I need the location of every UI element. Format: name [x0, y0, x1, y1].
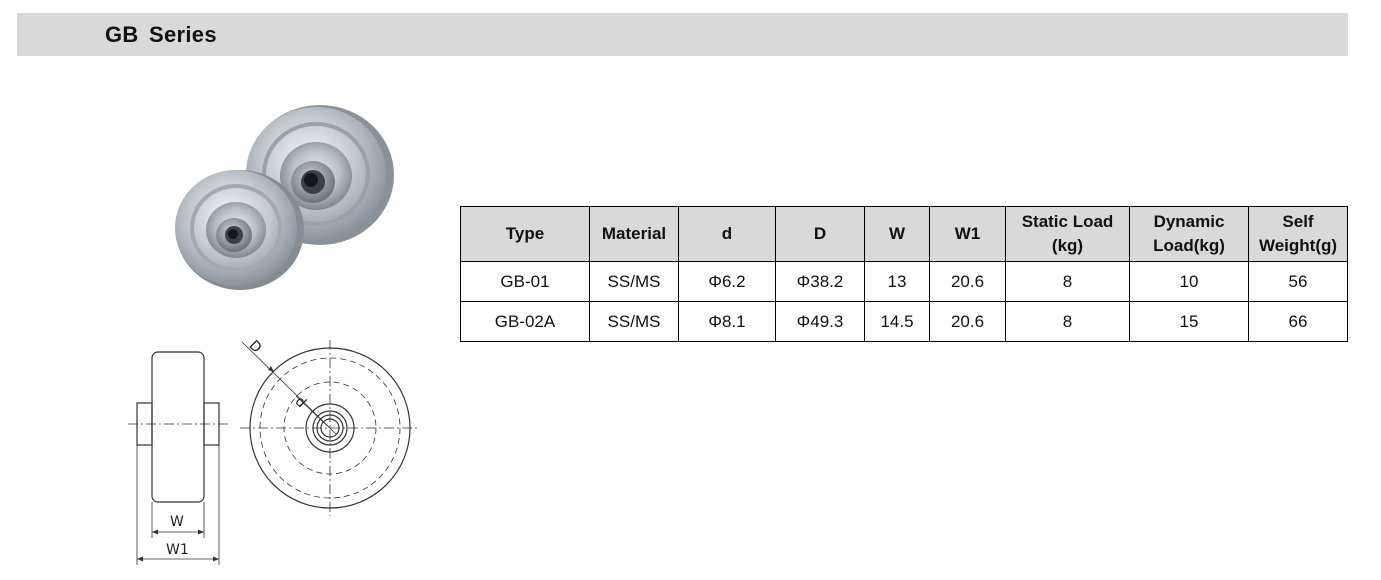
header-static-load: Static Load (kg)	[1005, 206, 1130, 262]
header-material: Material	[589, 206, 679, 262]
cell-diameter-D: Φ38.2	[775, 261, 865, 302]
front-view	[240, 340, 420, 516]
bore-diameter-label: d	[292, 394, 310, 412]
table-row: GB-02A SS/MS Φ8.1 Φ49.3 14.5 20.6 8 15 6…	[460, 301, 1348, 342]
cell-static-load: 8	[1005, 261, 1130, 302]
small-wheel-photo	[175, 170, 304, 290]
cell-bore-d: Φ6.2	[678, 261, 776, 302]
spec-table: Type Material d D W W1 Static Load (kg) D…	[460, 206, 1348, 342]
cell-width-W1: 20.6	[929, 301, 1006, 342]
header-diameter-D: D	[775, 206, 865, 262]
cell-dynamic-load: 15	[1129, 301, 1249, 342]
table-row: GB-01 SS/MS Φ6.2 Φ38.2 13 20.6 8 10 56	[460, 261, 1348, 302]
header-self-weight: Self Weight(g)	[1248, 206, 1348, 262]
cell-self-weight: 56	[1248, 261, 1348, 302]
product-photo	[175, 105, 394, 290]
width-label: W	[170, 514, 184, 530]
cell-material: SS/MS	[589, 301, 679, 342]
table-header-row: Type Material d D W W1 Static Load (kg) D…	[460, 206, 1348, 262]
cell-self-weight: 66	[1248, 301, 1348, 342]
header-bore-d: d	[678, 206, 776, 262]
cell-dynamic-load: 10	[1129, 261, 1249, 302]
technical-drawing: W W1 D d	[128, 338, 420, 565]
cell-width-W: 14.5	[864, 301, 930, 342]
cell-material: SS/MS	[589, 261, 679, 302]
header-dynamic-load: Dynamic Load(kg)	[1129, 206, 1249, 262]
header-width-W1: W1	[929, 206, 1006, 262]
cell-width-W: 13	[864, 261, 930, 302]
side-view	[128, 351, 228, 565]
cell-static-load: 8	[1005, 301, 1130, 342]
series-header-bar: GB Series	[17, 13, 1348, 56]
outer-diameter-label: D	[246, 338, 265, 357]
header-type: Type	[460, 206, 590, 262]
header-width-W: W	[864, 206, 930, 262]
overall-width-label: W1	[166, 542, 189, 558]
cell-width-W1: 20.6	[929, 261, 1006, 302]
cell-type: GB-01	[460, 261, 590, 302]
cell-diameter-D: Φ49.3	[775, 301, 865, 342]
cell-type: GB-02A	[460, 301, 590, 342]
cell-bore-d: Φ8.1	[678, 301, 776, 342]
wheel-side-outline	[151, 351, 205, 503]
series-title: GB Series	[105, 22, 217, 47]
